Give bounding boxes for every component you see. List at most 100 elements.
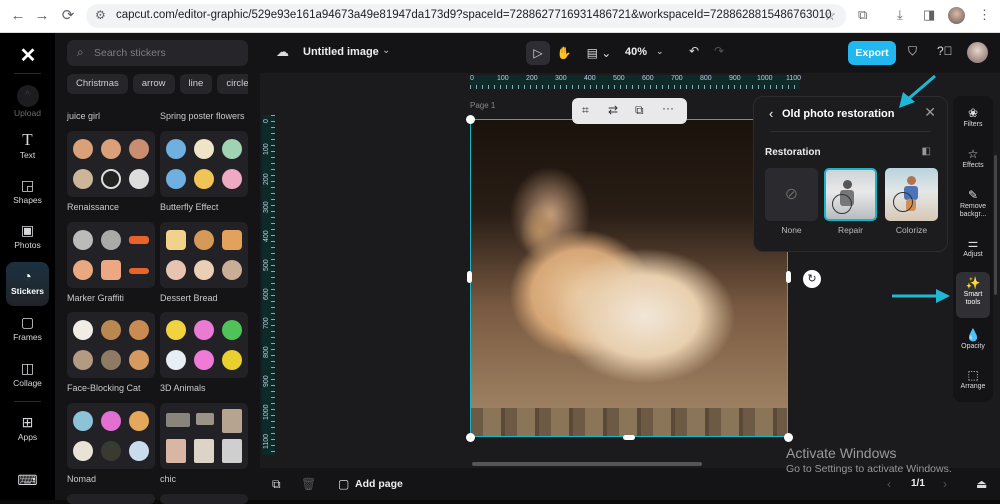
download-icon[interactable]: ⤓ [897, 7, 903, 23]
url-text[interactable]: capcut.com/editor-graphic/529e93e161a946… [116, 9, 832, 21]
sticker-pack-card[interactable] [160, 403, 248, 469]
ruler-tick-label: 700 [671, 75, 683, 82]
annotation-arrow-icon [899, 74, 936, 108]
star-icon[interactable]: ☆ [823, 7, 836, 24]
rail-label: Stickers [10, 286, 45, 296]
address-bar[interactable]: ⚙ capcut.com/editor-graphic/529e93e161a9… [86, 4, 846, 28]
sticker-thumb [129, 350, 149, 370]
sticker-pack-card[interactable] [160, 494, 248, 504]
option-repair[interactable] [824, 168, 877, 221]
select-tool-button[interactable]: ▷ [526, 41, 550, 65]
rail-label: Apps [17, 432, 38, 442]
tool-label: Remove backgr... [959, 203, 987, 218]
chevron-left-icon[interactable]: ‹ [769, 106, 773, 121]
ruler-tick-label: 800 [263, 346, 270, 358]
rail-item-stickers[interactable]: ◔ Stickers [6, 262, 49, 306]
search-input[interactable]: ⌕ Search stickers [67, 40, 248, 66]
rotate-icon[interactable]: ↻ [803, 270, 821, 288]
duplicate-icon[interactable]: ⧉ [635, 103, 644, 118]
document-title[interactable]: Untitled image [303, 46, 379, 58]
more-icon[interactable]: ··· [662, 101, 674, 115]
rail-item-shapes[interactable]: ◲ Shapes [6, 174, 49, 214]
back-arrow-icon[interactable]: ← [8, 6, 28, 26]
user-avatar[interactable] [967, 42, 988, 63]
horizontal-scrollbar[interactable] [472, 462, 702, 466]
resize-handle-bottom-left[interactable] [466, 433, 475, 442]
resize-handle-bottom-right[interactable] [784, 433, 793, 442]
chip-circle[interactable]: circle [217, 74, 248, 94]
resize-handle-bottom[interactable] [623, 435, 635, 440]
rail-item-apps[interactable]: ⊞ Apps [6, 411, 49, 451]
sticker-thumb [129, 169, 149, 189]
tool-arrange[interactable]: ⬚ Arrange [956, 364, 990, 404]
export-button[interactable]: Export [848, 41, 896, 65]
sticker-pack-card[interactable] [67, 222, 155, 288]
resize-handle-left[interactable] [467, 271, 472, 283]
resize-handle-top-left[interactable] [466, 115, 475, 124]
shield-check-icon[interactable]: ⛉ [908, 44, 917, 59]
tool-opacity[interactable]: 💧 Opacity [956, 324, 990, 364]
rail-item-frames[interactable]: ▢ Frames [6, 311, 49, 351]
profile-avatar[interactable] [948, 7, 965, 24]
help-icon[interactable]: ?⃝ [937, 44, 953, 58]
chip-line[interactable]: line [179, 74, 213, 94]
ruler-tick-label: 100 [263, 143, 270, 155]
tune-icon[interactable]: ⚙ [95, 8, 106, 22]
add-page-icon[interactable]: ▢ [338, 477, 349, 491]
option-none[interactable]: ⊘ [765, 168, 818, 221]
chevron-down-icon[interactable]: ⌄ [656, 46, 664, 57]
cloud-sync-icon[interactable]: ☁ [276, 44, 289, 60]
page-duplicate-icon[interactable]: ⧉ [272, 477, 281, 492]
ruler-tick-label: 700 [263, 317, 270, 329]
tool-remove-background[interactable]: ✎ Remove backgr... [956, 184, 990, 228]
vertical-scrollbar[interactable] [994, 155, 997, 295]
expand-icon[interactable]: ⏏ [976, 477, 987, 491]
forward-arrow-icon[interactable]: → [32, 6, 52, 26]
sticker-thumb [73, 320, 93, 340]
undo-icon[interactable]: ↶ [689, 44, 699, 58]
thumb-wheel [893, 192, 913, 212]
replace-icon[interactable]: ⇄ [608, 103, 618, 117]
capcut-logo-icon[interactable]: ✕ [15, 43, 41, 67]
option-colorize[interactable] [885, 168, 938, 221]
sticker-pack-card[interactable] [160, 222, 248, 288]
layout-button[interactable]: ▤ ⌄ [582, 41, 616, 65]
rail-item-collage[interactable]: ◫ Collage [6, 357, 49, 397]
cat-photo[interactable] [470, 119, 788, 437]
sticker-thumb [222, 409, 242, 433]
tool-smart-tools[interactable]: ✨ Smart tools [956, 272, 990, 318]
tool-effects[interactable]: ☆ Effects [956, 143, 990, 183]
add-page-button[interactable]: Add page [355, 478, 403, 490]
sticker-pack-card[interactable] [67, 312, 155, 378]
section-label: Nomad [67, 474, 97, 484]
crop-icon[interactable]: ⌗ [582, 103, 589, 118]
sticker-pack-card[interactable] [160, 131, 248, 197]
side-panel-icon[interactable]: ◨ [923, 7, 935, 23]
ruler-tick-label: 600 [263, 288, 270, 300]
rail-item-photos[interactable]: ▣ Photos [6, 219, 49, 259]
chip-arrow[interactable]: arrow [132, 74, 175, 94]
rail-item-text[interactable]: T Text [6, 129, 49, 169]
sticker-pack-card[interactable] [67, 131, 155, 197]
rail-item-upload[interactable]: ^ Upload [6, 82, 49, 122]
puzzle-icon[interactable]: ⧉ [858, 7, 867, 23]
left-rail: ✕ ^ Upload T Text ◲ Shapes ▣ Photos ◔ St… [0, 33, 55, 500]
sticker-pack-card[interactable] [160, 312, 248, 378]
tool-filters[interactable]: ❀ Filters [956, 102, 990, 142]
chevron-right-icon: › [943, 477, 947, 491]
section-label: juice girl [67, 111, 101, 121]
resize-handle-right[interactable] [786, 271, 791, 283]
hand-tool-button[interactable]: ✋ [552, 41, 576, 65]
chevron-down-icon[interactable]: ⌄ [382, 45, 390, 56]
compare-icon[interactable]: ◧ [922, 146, 931, 157]
sticker-pack-card[interactable] [67, 494, 155, 504]
tool-adjust[interactable]: ⚌ Adjust [956, 232, 990, 272]
windows-activation-title: Activate Windows [786, 445, 897, 461]
keyboard-shortcuts-button[interactable]: ⌨ [6, 469, 49, 489]
kebab-menu-icon[interactable]: ⋮ [978, 7, 991, 23]
chip-christmas[interactable]: Christmas [67, 74, 128, 94]
sticker-thumb [166, 350, 186, 370]
zoom-level[interactable]: 40% [625, 46, 647, 58]
sticker-pack-card[interactable] [67, 403, 155, 469]
reload-icon[interactable]: ⟳ [58, 6, 78, 26]
